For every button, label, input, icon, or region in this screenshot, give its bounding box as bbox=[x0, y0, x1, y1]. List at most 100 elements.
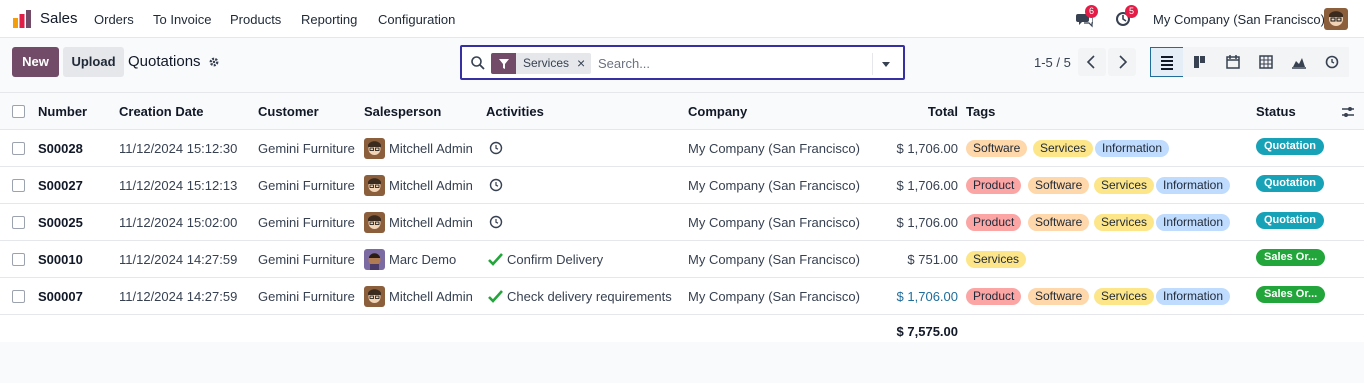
menu-to-invoice[interactable]: To Invoice bbox=[153, 12, 212, 27]
messages-button[interactable]: 6 bbox=[1075, 5, 1098, 28]
tag-software: Software bbox=[1028, 214, 1090, 231]
customer: Gemini Furniture bbox=[258, 252, 355, 267]
salesperson: Mitchell Admin bbox=[389, 178, 473, 193]
list-view-button[interactable] bbox=[1150, 47, 1184, 77]
salesperson: Mitchell Admin bbox=[389, 289, 473, 304]
tag-software: Software bbox=[1028, 288, 1090, 305]
check-icon[interactable] bbox=[488, 253, 503, 266]
new-button[interactable]: New bbox=[12, 47, 59, 77]
row-checkbox[interactable] bbox=[12, 290, 25, 303]
column-header-activities[interactable]: Activities bbox=[486, 93, 544, 131]
list-icon bbox=[1161, 56, 1173, 70]
gear-icon[interactable] bbox=[208, 56, 220, 68]
status-badge: Sales Or... bbox=[1256, 286, 1326, 303]
menu-products[interactable]: Products bbox=[230, 12, 281, 27]
tag-information: Information bbox=[1156, 214, 1231, 231]
column-header-status[interactable]: Status bbox=[1256, 93, 1296, 131]
page-title: Quotations bbox=[128, 53, 201, 70]
salesperson: Mitchell Admin bbox=[389, 141, 473, 156]
app-name[interactable]: Sales bbox=[40, 10, 78, 27]
tag-software: Software bbox=[966, 140, 1028, 157]
optional-columns-icon[interactable] bbox=[1341, 105, 1355, 119]
total: $ 1,706.00 bbox=[896, 141, 958, 156]
salesperson: Mitchell Admin bbox=[389, 215, 473, 230]
pivot-view-button[interactable] bbox=[1249, 47, 1283, 77]
total: $ 751.00 bbox=[907, 252, 958, 267]
graph-view-button[interactable] bbox=[1282, 47, 1316, 77]
tag-product: Product bbox=[966, 288, 1022, 305]
column-header-salesperson[interactable]: Salesperson bbox=[364, 93, 441, 131]
row-checkbox[interactable] bbox=[12, 216, 25, 229]
check-icon[interactable] bbox=[488, 290, 503, 303]
column-header-number[interactable]: Number bbox=[38, 93, 87, 131]
table-row[interactable]: S00010 11/12/2024 14:27:59 Gemini Furnit… bbox=[0, 241, 1364, 278]
activity-summary[interactable]: Check delivery requirements bbox=[507, 278, 672, 315]
table-row[interactable]: S00025 11/12/2024 15:02:00 Gemini Furnit… bbox=[0, 204, 1364, 241]
row-checkbox[interactable] bbox=[12, 253, 25, 266]
table-icon bbox=[1259, 55, 1273, 69]
activities-button[interactable]: 5 bbox=[1115, 5, 1138, 28]
status-badge: Sales Or... bbox=[1256, 249, 1326, 266]
column-header-creation-date[interactable]: Creation Date bbox=[119, 93, 204, 131]
creation-date: 11/12/2024 15:12:30 bbox=[119, 141, 238, 156]
pager-previous-button[interactable] bbox=[1078, 48, 1106, 76]
kanban-view-button[interactable] bbox=[1183, 47, 1217, 77]
salesperson-avatar bbox=[364, 286, 385, 307]
sales-app-icon[interactable] bbox=[12, 9, 32, 29]
activity-clock-icon[interactable] bbox=[489, 141, 503, 155]
salesperson: Marc Demo bbox=[389, 252, 457, 267]
column-header-tags[interactable]: Tags bbox=[966, 93, 995, 131]
column-header-company[interactable]: Company bbox=[688, 93, 747, 131]
table-row[interactable]: S00027 11/12/2024 15:12:13 Gemini Furnit… bbox=[0, 167, 1364, 204]
activity-clock-icon[interactable] bbox=[489, 178, 503, 192]
order-number: S00007 bbox=[38, 289, 83, 304]
menu-configuration[interactable]: Configuration bbox=[378, 12, 455, 27]
creation-date: 11/12/2024 15:02:00 bbox=[119, 215, 238, 230]
salesperson-avatar bbox=[364, 249, 385, 270]
search-icon[interactable] bbox=[470, 55, 486, 71]
area-chart-icon bbox=[1292, 58, 1306, 69]
search-options-toggle[interactable] bbox=[872, 53, 898, 75]
company: My Company (San Francisco) bbox=[688, 289, 860, 304]
select-all-checkbox[interactable] bbox=[12, 105, 25, 118]
order-number: S00025 bbox=[38, 215, 83, 230]
order-number: S00027 bbox=[38, 178, 83, 193]
salesperson-avatar bbox=[364, 138, 385, 159]
row-checkbox[interactable] bbox=[12, 142, 25, 155]
table-row[interactable]: S00028 11/12/2024 15:12:30 Gemini Furnit… bbox=[0, 130, 1364, 167]
calendar-view-button[interactable] bbox=[1216, 47, 1250, 77]
activity-clock-icon[interactable] bbox=[489, 215, 503, 229]
menu-reporting[interactable]: Reporting bbox=[301, 12, 357, 27]
clock-icon bbox=[1325, 55, 1339, 69]
creation-date: 11/12/2024 15:12:13 bbox=[119, 178, 238, 193]
search-input[interactable] bbox=[598, 52, 868, 75]
pager-next-button[interactable] bbox=[1108, 48, 1136, 76]
customer: Gemini Furniture bbox=[258, 141, 355, 156]
salesperson-avatar bbox=[364, 212, 385, 233]
tag-information: Information bbox=[1156, 288, 1231, 305]
activity-view-button[interactable] bbox=[1315, 47, 1349, 77]
top-navbar: Sales Orders To Invoice Products Reporti… bbox=[0, 0, 1364, 38]
quotations-table: Number Creation Date Customer Salesperso… bbox=[0, 92, 1364, 342]
company-switcher[interactable]: My Company (San Francisco) bbox=[1153, 12, 1325, 27]
tag-information: Information bbox=[1156, 177, 1231, 194]
menu-orders[interactable]: Orders bbox=[94, 12, 134, 27]
chevron-right-icon bbox=[1119, 55, 1128, 69]
column-header-total[interactable]: Total bbox=[880, 93, 958, 131]
total: $ 1,706.00 bbox=[896, 215, 958, 230]
activity-summary[interactable]: Confirm Delivery bbox=[507, 241, 603, 278]
facet-remove-button[interactable]: × bbox=[575, 53, 592, 74]
filter-icon bbox=[491, 53, 516, 74]
column-header-customer[interactable]: Customer bbox=[258, 93, 319, 131]
tag-services: Services bbox=[1094, 288, 1155, 305]
table-row[interactable]: S00007 11/12/2024 14:27:59 Gemini Furnit… bbox=[0, 278, 1364, 315]
row-checkbox[interactable] bbox=[12, 179, 25, 192]
grand-total: $ 7,575.00 bbox=[896, 324, 958, 339]
user-avatar[interactable] bbox=[1324, 8, 1348, 30]
status-badge: Quotation bbox=[1256, 175, 1324, 192]
upload-button[interactable]: Upload bbox=[63, 47, 124, 77]
tag-services: Services bbox=[966, 251, 1027, 268]
pager-value[interactable]: 1-5 / 5 bbox=[1034, 55, 1071, 70]
company: My Company (San Francisco) bbox=[688, 252, 860, 267]
order-number: S00028 bbox=[38, 141, 83, 156]
